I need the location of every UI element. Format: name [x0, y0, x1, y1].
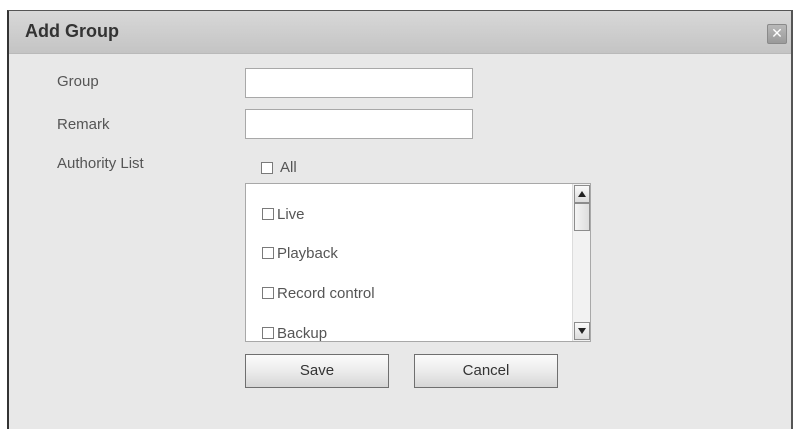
cancel-button[interactable]: Cancel [414, 354, 558, 388]
close-icon: ✕ [771, 25, 783, 41]
list-scrollbar[interactable] [572, 184, 590, 341]
record-control-checkbox[interactable] [262, 287, 274, 299]
scroll-up-arrow-icon[interactable] [574, 185, 590, 203]
live-label: Live [277, 206, 305, 223]
add-group-dialog: Add Group ✕ Group Remark Authority List … [7, 10, 793, 429]
record-control-label: Record control [277, 285, 375, 302]
backup-label: Backup [277, 325, 328, 342]
scroll-thumb[interactable] [574, 203, 590, 231]
dialog-title: Add Group [25, 21, 119, 41]
save-button[interactable]: Save [245, 354, 389, 388]
group-label: Group [57, 73, 99, 90]
remark-label: Remark [57, 116, 110, 133]
playback-checkbox[interactable] [262, 247, 274, 259]
close-button[interactable]: ✕ [767, 24, 787, 44]
authority-listbox[interactable]: Live Playback Record control Backup [245, 183, 591, 342]
dialog-titlebar: Add Group ✕ [9, 11, 791, 54]
scroll-down-arrow-icon[interactable] [574, 322, 590, 340]
remark-input[interactable] [245, 109, 473, 139]
live-checkbox[interactable] [262, 208, 274, 220]
all-checkbox-label: All [280, 159, 297, 176]
group-input[interactable] [245, 68, 473, 98]
authority-list-label: Authority List [57, 155, 144, 172]
playback-label: Playback [277, 245, 338, 262]
all-checkbox[interactable] [261, 162, 273, 174]
backup-checkbox[interactable] [262, 327, 274, 339]
